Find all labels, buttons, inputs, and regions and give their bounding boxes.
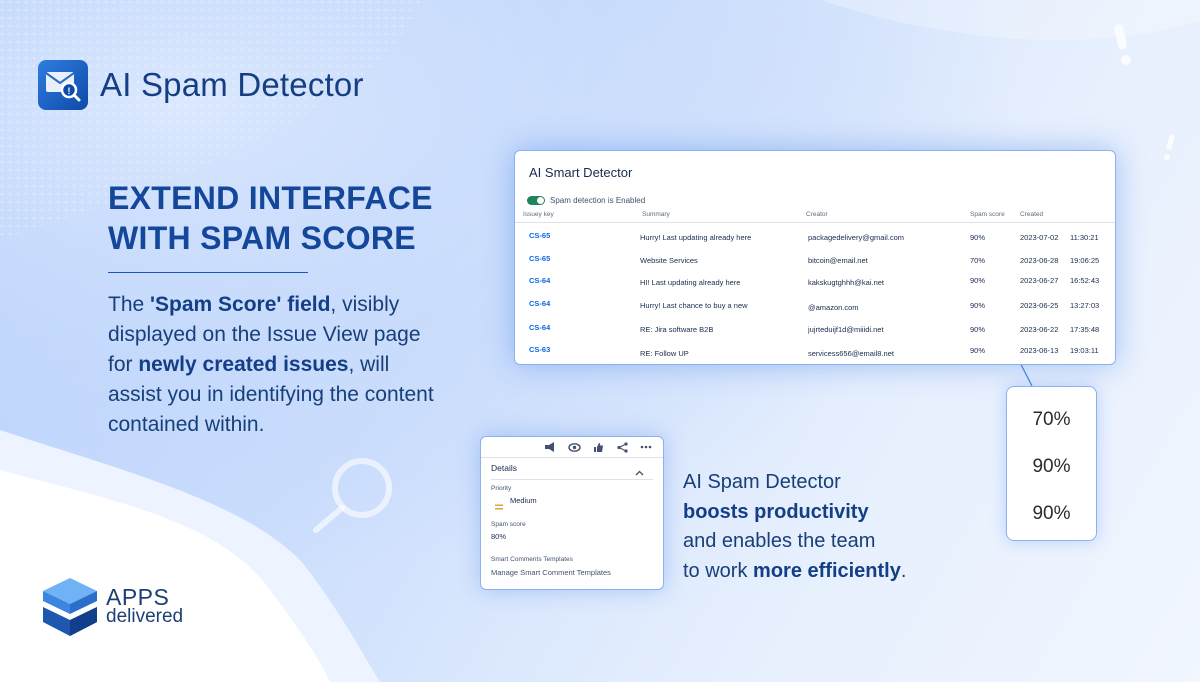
table-row[interactable]: CS-63 RE: Follow UP servicess656@email8.… — [515, 345, 1115, 365]
table-header: Issuey key Summary Creator Spam score Cr… — [515, 211, 1115, 223]
created-time-cell: 13:27:03 — [1070, 301, 1100, 310]
brand-logo: ! AI Spam Detector — [38, 60, 364, 110]
table-row[interactable]: CS-64 RE: Jira software B2B jujrteduijf1… — [515, 323, 1115, 343]
table-row[interactable]: CS-65 Hurry! Last updating already here … — [515, 231, 1115, 251]
promo-line-2: boosts productivity — [683, 500, 869, 523]
headline-line-1: EXTEND INTERFACE — [108, 180, 433, 216]
issue-key-link[interactable]: CS-64 — [529, 276, 550, 285]
issue-key-link[interactable]: CS-64 — [529, 299, 550, 308]
desc-highlight-new-issues: newly created issues — [138, 353, 349, 376]
apps-delivered-logo: APPS delivered — [40, 576, 183, 638]
col-summary[interactable]: Summary — [642, 211, 670, 218]
created-date-cell: 2023-07-02 — [1020, 233, 1059, 242]
brand-title: AI Spam Detector — [100, 66, 364, 103]
spam-detection-toggle-row: Spam detection is Enabled — [527, 196, 645, 205]
promo-line-4: to work more efficiently. — [683, 559, 907, 582]
summary-cell: HI! Last updating already here — [640, 278, 741, 287]
issue-toolbar — [543, 441, 653, 453]
creator-cell: bitcoin@email.net — [808, 256, 868, 265]
hero-description: The 'Spam Score' field, visibly displaye… — [108, 293, 434, 436]
delivered-word: delivered — [106, 606, 184, 627]
summary-cell: RE: Jira software B2B — [640, 325, 714, 334]
summary-cell: Hurry! Last updating already here — [640, 233, 752, 242]
popup-score-value: 70% — [1032, 409, 1071, 430]
created-date-cell: 2023-06-27 — [1020, 276, 1059, 285]
popup-score-value: 90% — [1032, 456, 1071, 477]
col-spam-score[interactable]: Spam score — [970, 211, 1005, 218]
summary-cell: RE: Follow UP — [640, 349, 689, 358]
share-icon[interactable] — [615, 441, 629, 453]
col-created[interactable]: Created — [1020, 211, 1043, 218]
priority-label: Priority — [491, 485, 512, 492]
priority-value[interactable]: Medium — [510, 496, 537, 505]
issue-key-link[interactable]: CS-63 — [529, 345, 550, 354]
creator-cell: kakskugtghhh@kai.net — [808, 278, 884, 287]
issue-key-link[interactable]: CS-65 — [529, 254, 550, 263]
table-title: AI Smart Detector — [529, 165, 633, 180]
cube-stack-icon — [43, 578, 97, 636]
issue-key-link[interactable]: CS-64 — [529, 323, 550, 332]
megaphone-icon[interactable] — [543, 441, 557, 453]
promo-line-3: and enables the team — [683, 530, 876, 552]
summary-cell: Hurry! Last chance to buy a new — [640, 301, 748, 310]
created-time-cell: 11:30:21 — [1070, 233, 1099, 242]
popup-score-value: 90% — [1032, 503, 1071, 524]
spam-score-cell: 90% — [970, 325, 986, 334]
spam-score-label: Spam score — [491, 521, 526, 528]
hero-headline: EXTEND INTERFACE WITH SPAM SCORE — [108, 178, 488, 258]
spam-detection-toggle[interactable] — [527, 196, 545, 205]
spam-score-value: 80% — [491, 532, 507, 541]
thumbs-up-icon[interactable] — [591, 441, 605, 453]
more-icon[interactable] — [639, 441, 653, 453]
manage-templates-link[interactable]: Manage Smart Comment Templates — [491, 568, 611, 577]
headline-line-2: WITH SPAM SCORE — [108, 220, 416, 256]
toggle-label: Spam detection is Enabled — [550, 196, 646, 205]
issue-details-card: Details Priority Medium Spam score 80% S… — [480, 436, 664, 590]
col-creator[interactable]: Creator — [806, 211, 828, 218]
created-date-cell: 2023-06-25 — [1020, 301, 1059, 310]
created-time-cell: 16:52:43 — [1070, 276, 1100, 285]
summary-cell: Website Services — [640, 256, 698, 265]
creator-cell: packagedelivery@gmail.com — [808, 233, 904, 242]
equals-icon — [495, 497, 503, 515]
spam-score-cell: 90% — [970, 346, 986, 355]
spam-score-zoom-popup: 70% 90% 90% — [1006, 386, 1097, 541]
table-row[interactable]: CS-65 Website Services bitcoin@email.net… — [515, 254, 1115, 274]
col-issue-key[interactable]: Issuey key — [523, 211, 554, 218]
created-time-cell: 17:35:48 — [1070, 325, 1100, 334]
spam-score-cell: 90% — [970, 276, 986, 285]
templates-label: Smart Comments Templates — [491, 556, 573, 563]
smart-detector-table-card: AI Smart Detector Spam detection is Enab… — [514, 150, 1116, 365]
created-time-cell: 19:06:25 — [1070, 256, 1100, 265]
issue-key-link[interactable]: CS-65 — [529, 231, 550, 240]
creator-cell: servicess656@email8.net — [808, 349, 894, 358]
toolbar-divider — [481, 457, 663, 458]
mail-search-icon: ! — [38, 60, 88, 110]
spam-score-cell: 70% — [970, 256, 986, 265]
table-row[interactable]: CS-64 Hurry! Last chance to buy a new @a… — [515, 299, 1115, 319]
headline-divider — [108, 272, 308, 273]
creator-cell: @amazon.com — [808, 303, 859, 312]
created-date-cell: 2023-06-13 — [1020, 346, 1059, 355]
desc-highlight-spam-score: 'Spam Score' field — [150, 293, 331, 316]
spam-score-cell: 90% — [970, 233, 986, 242]
promo-text: AI Spam Detector boosts productivity and… — [683, 468, 953, 586]
created-time-cell: 19:03:11 — [1070, 346, 1099, 355]
eye-icon[interactable] — [567, 441, 581, 453]
promo-line-1: AI Spam Detector — [683, 471, 841, 493]
created-date-cell: 2023-06-28 — [1020, 256, 1059, 265]
details-section-header[interactable]: Details — [491, 463, 517, 473]
details-divider — [491, 479, 653, 480]
creator-cell: jujrteduijf1d@miiidi.net — [808, 325, 884, 334]
spam-score-cell: 90% — [970, 301, 986, 310]
created-date-cell: 2023-06-22 — [1020, 325, 1059, 334]
table-row[interactable]: CS-64 HI! Last updating already here kak… — [515, 276, 1115, 296]
svg-text:!: ! — [68, 86, 71, 96]
apps-word: APPS — [106, 584, 170, 610]
